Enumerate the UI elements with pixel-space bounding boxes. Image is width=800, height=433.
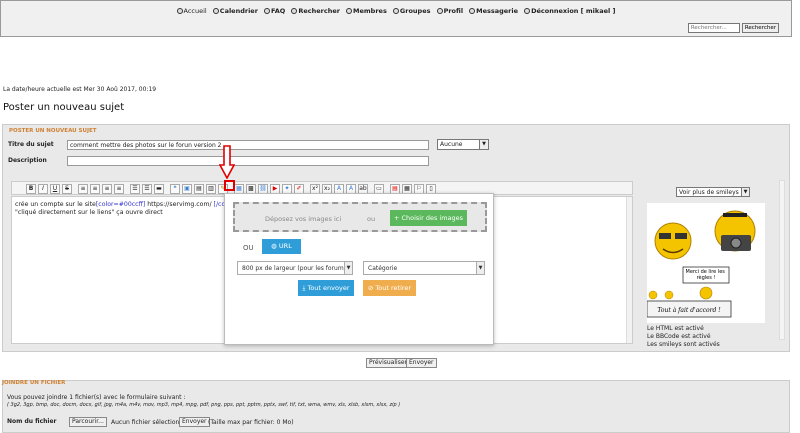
preview-button[interactable]: Prévisualiser — [366, 358, 410, 368]
attach-formats: ( 3g2, 3gp, bmp, doc, docm, docx, gif, j… — [7, 402, 401, 408]
underline-button[interactable]: U — [50, 184, 60, 194]
or-label: OU — [243, 244, 254, 252]
image-upload-popup: Déposez vos images ici ou + Choisir des … — [224, 193, 494, 345]
align-right-button[interactable]: ≡ — [102, 184, 112, 194]
attach-send-button[interactable]: Envoyer — [179, 417, 210, 427]
bold-button[interactable]: B — [26, 184, 36, 194]
nav-home[interactable]: Accueil — [176, 7, 207, 15]
code-button[interactable]: ▣ — [182, 184, 192, 194]
status-lines: Le HTML est activé Le BBCode est activé … — [647, 325, 720, 349]
chevron-down-icon: ▼ — [479, 140, 488, 149]
smiley-rules-icon[interactable]: Merci de lire les règles ! — [682, 266, 730, 300]
smiley-glasses-icon[interactable] — [654, 222, 692, 260]
html-status: Le HTML est activé — [647, 325, 704, 332]
smiley-select[interactable]: Voir plus de smileys ▼ — [676, 187, 750, 197]
smileys-status: Les smileys sont activés — [647, 341, 720, 348]
nav-links: Accueil Calendrier FAQ Rechercher Membre… — [1, 7, 791, 15]
editor-scrollbar[interactable] — [626, 197, 632, 343]
nav-profile[interactable]: Profil — [436, 7, 463, 15]
description-input[interactable] — [67, 156, 429, 166]
quote-button[interactable]: ❝ — [170, 184, 180, 194]
nav-logout[interactable]: Déconnexion [ mikael ] — [524, 7, 616, 15]
bbcode-status: Le BBCode est activé — [647, 333, 711, 340]
smiley-grid: Merci de lire les règles ! Tout à fait d… — [646, 210, 756, 318]
nav-calendar[interactable]: Calendrier — [212, 7, 258, 15]
bullet-list-button[interactable]: ☰ — [130, 184, 140, 194]
mail-icon — [469, 8, 476, 14]
current-datetime: La date/heure actuelle est Mer 30 Aoû 20… — [3, 86, 157, 93]
chevron-down-icon: ▼ — [344, 262, 352, 274]
remove-all-button[interactable]: ⊘ Tout retirer — [363, 280, 416, 296]
home-icon — [176, 8, 183, 14]
url-button[interactable]: ◍ URL — [262, 239, 301, 254]
attach-intro: Vous pouvez joindre 1 fichier(s) avec le… — [7, 394, 186, 401]
faq-icon — [264, 8, 270, 14]
file-name-label: Nom du fichier — [7, 418, 57, 425]
hide-button[interactable]: ▥ — [206, 184, 216, 194]
send-button[interactable]: Envoyer — [406, 358, 437, 368]
nav-faq[interactable]: FAQ — [264, 7, 285, 15]
subject-input[interactable]: comment mettre des photos sur le forun v… — [67, 140, 429, 150]
search-input[interactable] — [687, 23, 740, 33]
smiley-accord-text: Tout à fait d'accord ! — [657, 307, 721, 314]
subject-label: Titre du sujet — [8, 141, 54, 148]
prefix-select[interactable]: Aucune ▼ — [437, 139, 489, 150]
smiley-wink-icon[interactable] — [664, 290, 674, 300]
nav-groups[interactable]: Groupes — [392, 7, 430, 15]
no-file-label: Aucun fichier sélectionné. — [111, 419, 189, 426]
chevron-down-icon: ▼ — [741, 188, 749, 196]
page-title: Poster un nouveau sujet — [3, 102, 125, 113]
nav-messages[interactable]: Messagerie — [469, 7, 518, 15]
attach-file-section: Vous pouvez joindre 1 fichier(s) avec le… — [2, 380, 790, 433]
nav-search[interactable]: Rechercher — [291, 7, 340, 15]
nav-members[interactable]: Membres — [346, 7, 387, 15]
align-center-button[interactable]: ≡ — [90, 184, 100, 194]
category-select[interactable]: Catégorie ▼ — [363, 261, 485, 275]
smiley-camera-icon[interactable] — [714, 210, 756, 252]
profile-icon — [436, 8, 443, 14]
globe-icon: ◍ — [271, 242, 279, 250]
numbered-list-button[interactable]: ☰ — [142, 184, 152, 194]
size-select[interactable]: 800 px de largeur (pour les forums) ▼ — [237, 261, 353, 275]
attach-section-title: JOINDRE UN FICHIER — [2, 380, 66, 386]
chevron-down-icon: ▼ — [476, 262, 484, 274]
strike-button[interactable]: S — [62, 184, 72, 194]
top-nav-bar: Accueil Calendrier FAQ Rechercher Membre… — [0, 0, 792, 37]
search-icon — [291, 8, 298, 14]
send-all-button[interactable]: ⤓ Tout envoyer — [298, 280, 354, 296]
smiley-small-icon[interactable] — [648, 290, 658, 300]
down-arrow-icon — [219, 145, 235, 179]
max-size-label: (Taille max par fichier: 0 Mo) — [208, 419, 294, 426]
highlight-box — [224, 180, 235, 191]
italic-button[interactable]: I — [38, 184, 48, 194]
smiley-panel: Merci de lire les règles ! Tout à fait d… — [646, 203, 765, 323]
smiley-agree-icon[interactable]: Tout à fait d'accord ! — [646, 300, 732, 318]
search-button[interactable]: Rechercher — [741, 23, 779, 33]
description-label: Description — [8, 157, 47, 164]
justify-button[interactable]: ≡ — [114, 184, 124, 194]
image-dropzone[interactable]: Déposez vos images ici ou + Choisir des … — [233, 202, 487, 232]
browse-button[interactable]: Parcourir... — [69, 417, 107, 427]
calendar-icon — [212, 8, 219, 14]
logout-icon — [524, 8, 531, 14]
spoiler-button[interactable]: ▤ — [194, 184, 204, 194]
groups-icon — [392, 8, 399, 14]
hr-button[interactable]: ▬ — [154, 184, 164, 194]
choose-images-button[interactable]: + Choisir des images — [390, 210, 467, 226]
search-box: Rechercher — [687, 23, 779, 33]
align-left-button[interactable]: ≡ — [78, 184, 88, 194]
section-title: POSTER UN NOUVEAU SUJET — [9, 128, 97, 134]
members-icon — [346, 8, 353, 14]
smiley-scrollbar[interactable] — [779, 180, 785, 340]
